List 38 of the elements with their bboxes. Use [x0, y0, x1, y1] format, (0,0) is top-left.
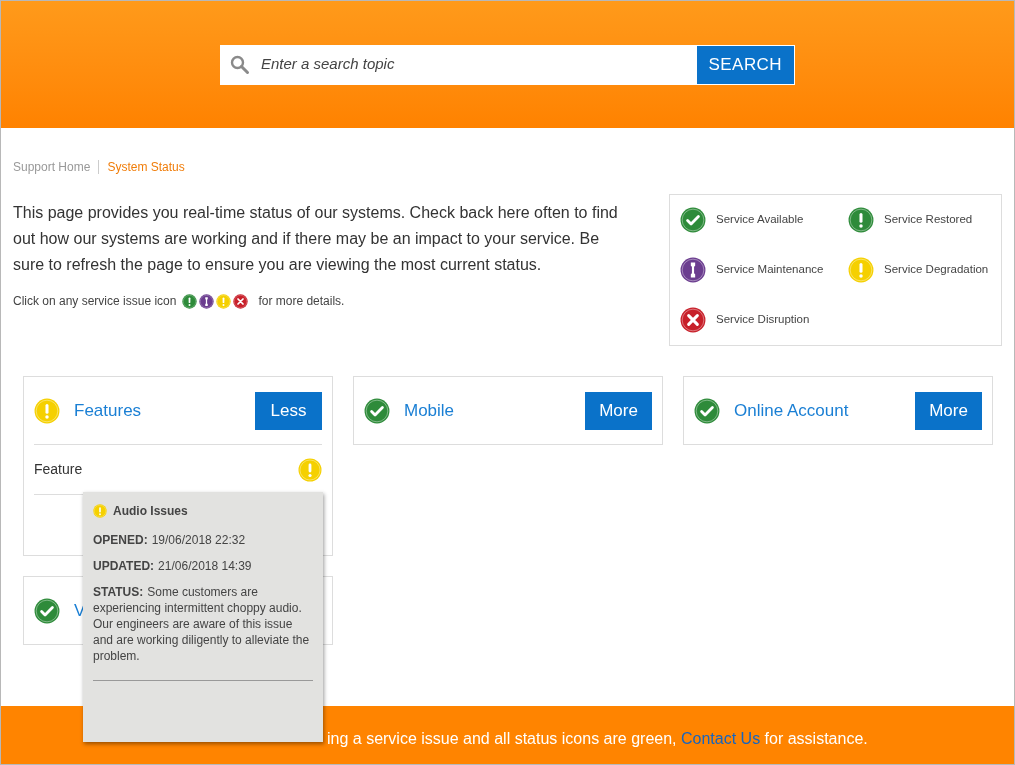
check-circle-icon[interactable]	[364, 397, 390, 424]
popup-field: UPDATED: 21/06/2018 14:39	[93, 558, 313, 574]
hint-text: for more details.	[258, 293, 345, 310]
toggle-button[interactable]: Less	[255, 391, 322, 430]
exclamation-circle-icon	[848, 257, 875, 283]
wrench-circle-icon[interactable]	[199, 293, 215, 309]
legend-label: Service Restored	[884, 212, 973, 228]
breadcrumb-link[interactable]: Support Home	[13, 158, 91, 176]
popup-field: OPENED: 19/06/2018 22:32	[93, 532, 313, 548]
intro-paragraph: This page provides you real-time status of our systems. Check back here often to find out how our systems are working and if there may be an impact to your service. Be sure to refresh the page to ensure you are viewing the most current status.	[13, 203, 619, 275]
search-button[interactable]: SEARCH	[695, 44, 795, 85]
toggle-button[interactable]: More	[915, 391, 982, 430]
check-circle-icon[interactable]	[694, 397, 720, 424]
toggle-button[interactable]: More	[585, 391, 652, 430]
legend-label: Service Available	[716, 212, 804, 228]
card-title[interactable]: Mobile	[404, 397, 571, 424]
card-title[interactable]: Features	[74, 397, 241, 424]
search-icon	[230, 54, 250, 75]
exclamation-circle-icon	[848, 207, 875, 233]
popup-title: Audio Issues	[113, 503, 188, 520]
hint-text: Click on any service issue icon	[13, 293, 177, 310]
card-title[interactable]: Online Account	[734, 397, 901, 424]
exclamation-circle-icon[interactable]	[182, 293, 198, 309]
legend-label: Service Maintenance	[716, 262, 824, 278]
popup-field: STATUS: Some customers are experiencing intermittent choppy audio. Our engineers are aware of this issue and are working diligently to alleviate the problem.	[93, 584, 313, 664]
exclamation-circle-icon	[93, 504, 107, 518]
x-circle-icon[interactable]	[233, 293, 249, 309]
x-circle-icon	[680, 307, 707, 333]
wrench-circle-icon	[680, 257, 707, 283]
breadcrumb-link[interactable]: System Status	[107, 158, 185, 176]
check-circle-icon[interactable]	[34, 597, 60, 624]
legend-label: Service Degradation	[884, 262, 989, 278]
footer-text: ing a service issue and all status icons are green, Contact Us for assistance.	[327, 729, 868, 749]
check-circle-icon	[680, 207, 707, 233]
feature-label: Feature	[34, 460, 83, 479]
legend-label: Service Disruption	[716, 312, 810, 328]
contact-link[interactable]: Contact Us	[681, 730, 761, 747]
search-field[interactable]: Enter a search topic	[220, 44, 696, 85]
